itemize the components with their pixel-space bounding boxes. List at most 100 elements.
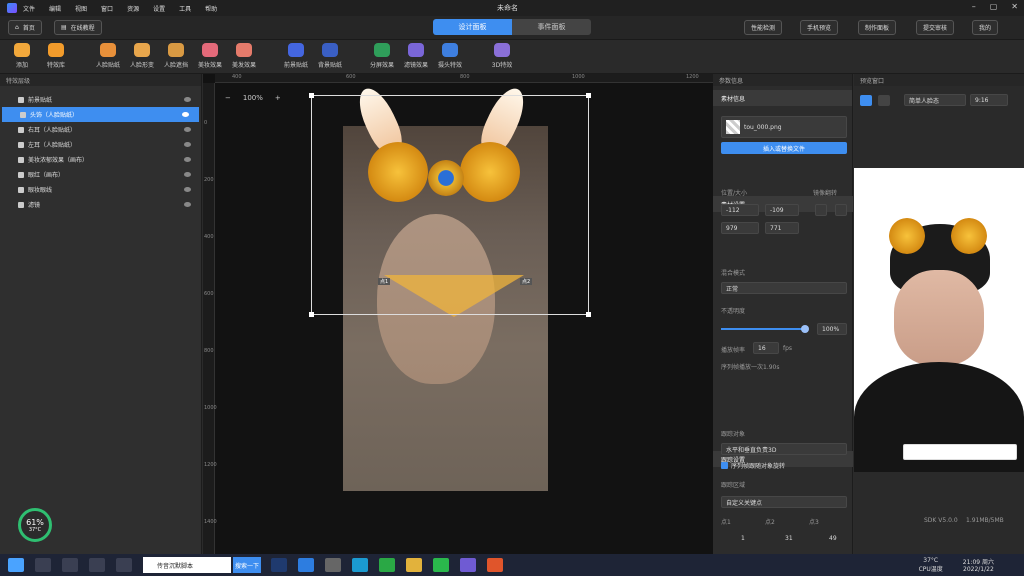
material-section-header[interactable]: 素材信息 — [713, 90, 852, 106]
track-area-label: 跟踪区域 — [721, 482, 746, 489]
close-icon[interactable]: ✕ — [1011, 2, 1018, 11]
layer-item-selected[interactable]: 头饰（人脸贴纸） — [2, 107, 199, 122]
selection-box[interactable]: 点1 点2 — [309, 93, 591, 317]
y-input[interactable]: -109 — [765, 204, 799, 216]
tab-design[interactable]: 设计面板 — [433, 19, 512, 35]
point-2-value[interactable]: 31 — [785, 535, 793, 542]
layer-item[interactable]: 前景贴纸 — [0, 92, 201, 107]
layer-item[interactable]: 眼红（画布） — [0, 167, 201, 182]
task-view-icon[interactable] — [62, 558, 78, 572]
tool-hair[interactable]: 美发效果 — [222, 43, 266, 69]
slider-knob[interactable] — [801, 325, 809, 333]
material-file[interactable]: tou_000.png — [721, 116, 847, 138]
blend-select[interactable]: 正常 — [721, 282, 847, 294]
layer-icon — [18, 156, 24, 163]
tool-library[interactable]: 特效库 — [34, 43, 78, 69]
phone-preview-button[interactable]: 手机预览 — [800, 20, 839, 35]
preview-right-ornament — [951, 218, 987, 254]
x-input[interactable]: -112 — [721, 204, 759, 216]
eye-icon[interactable] — [184, 97, 191, 102]
layer-item[interactable]: 滤镜 — [0, 197, 201, 212]
ruler-tick: 400 — [232, 74, 242, 80]
tutorial-button[interactable]: ▤ 在线教程 — [54, 20, 102, 35]
search-go-button[interactable]: 搜索一下 — [233, 557, 261, 573]
ratio-select[interactable]: 9:16 — [970, 94, 1008, 106]
photoshop-icon[interactable] — [271, 558, 287, 572]
layer-item[interactable]: 右耳（人脸贴纸） — [0, 122, 201, 137]
rotate-follow-checkbox[interactable]: 序列帧跟随对象旋转 — [721, 461, 785, 470]
track-object-select[interactable]: 水平和垂直负责3D — [721, 443, 847, 455]
menu-help[interactable]: 帮助 — [205, 4, 217, 13]
apps-icon[interactable] — [116, 558, 132, 572]
resize-handle[interactable] — [309, 312, 314, 317]
taskbar-search-input[interactable]: 传音沉默脚本 — [143, 557, 231, 573]
menu-window[interactable]: 窗口 — [101, 4, 113, 13]
tool-3d[interactable]: 3D特效 — [480, 43, 524, 69]
layer-icon — [18, 171, 24, 178]
effect-creator-icon[interactable] — [487, 558, 503, 572]
replace-file-button[interactable]: 插入或替换文件 — [721, 142, 847, 154]
folder-icon[interactable] — [406, 558, 422, 572]
menu-edit[interactable]: 编辑 — [49, 4, 61, 13]
tab-events[interactable]: 事件面板 — [512, 19, 591, 35]
menu-resource[interactable]: 资源 — [127, 4, 139, 13]
eye-icon[interactable] — [182, 112, 189, 117]
fps-input[interactable]: 16 — [753, 342, 779, 354]
app-icon[interactable] — [460, 558, 476, 572]
minimize-icon[interactable]: – — [972, 2, 976, 11]
widgets-icon[interactable] — [89, 558, 105, 572]
zoom-out-button[interactable]: − — [225, 94, 231, 102]
performance-button[interactable]: 性能检测 — [744, 20, 783, 35]
eye-icon[interactable] — [184, 142, 191, 147]
search-icon[interactable] — [35, 558, 51, 572]
windows-start-icon[interactable] — [8, 558, 24, 572]
app-icon[interactable] — [379, 558, 395, 572]
resize-handle[interactable] — [309, 93, 314, 98]
menu-tools[interactable]: 工具 — [179, 4, 191, 13]
edge-icon[interactable] — [298, 558, 314, 572]
flip-v-button[interactable] — [835, 204, 847, 216]
home-button[interactable]: ⌂ 首页 — [8, 20, 42, 35]
point-2-label: 点2 — [765, 519, 775, 526]
track-object-label: 跟踪对象 — [721, 431, 746, 438]
menu-view[interactable]: 视图 — [75, 4, 87, 13]
app-icon[interactable] — [352, 558, 368, 572]
profile-button[interactable]: 我的 — [972, 20, 999, 35]
point-1-value[interactable]: 1 — [741, 535, 745, 542]
cpu-monitor-widget[interactable]: 61% 37°C — [18, 508, 52, 542]
layer-item[interactable]: 左耳（人脸贴纸） — [0, 137, 201, 152]
settings-icon[interactable] — [325, 558, 341, 572]
image-mode-icon[interactable] — [860, 95, 872, 106]
preview-mode-select[interactable]: 简单人脸态 — [904, 94, 966, 106]
eye-icon[interactable] — [184, 172, 191, 177]
point-3-value[interactable]: 49 — [829, 535, 837, 542]
input-method-bar[interactable] — [903, 444, 1017, 460]
track-area-select[interactable]: 自定义关键点 — [721, 496, 847, 508]
top-bar: ⌂ 首页 ▤ 在线教程 设计面板 事件面板 性能检测 手机预览 制作面板 提交审核 … — [0, 16, 1024, 40]
eye-icon[interactable] — [184, 157, 191, 162]
ruler-tick: 400 — [204, 234, 214, 240]
submit-review-button[interactable]: 提交审核 — [916, 20, 955, 35]
menu-settings[interactable]: 设置 — [153, 4, 165, 13]
eye-icon[interactable] — [184, 202, 191, 207]
resize-handle[interactable] — [586, 93, 591, 98]
zoom-in-button[interactable]: + — [275, 94, 281, 102]
maximize-icon[interactable]: ▢ — [990, 2, 998, 11]
width-input[interactable]: 979 — [721, 222, 759, 234]
layer-item[interactable]: 美妆浓郁效果（画布） — [0, 152, 201, 167]
opacity-slider[interactable] — [721, 325, 809, 333]
height-input[interactable]: 771 — [765, 222, 799, 234]
tool-camera[interactable]: 摄头特效 — [428, 43, 472, 69]
tray-clock[interactable]: 21:09 周六 2022/1/22 — [963, 557, 994, 573]
resize-handle[interactable] — [586, 312, 591, 317]
eye-icon[interactable] — [184, 127, 191, 132]
make-panel-button[interactable]: 制作面板 — [858, 20, 897, 35]
flip-h-button[interactable] — [815, 204, 827, 216]
menu-file[interactable]: 文件 — [23, 4, 35, 13]
opacity-input[interactable]: 100% — [817, 323, 847, 335]
tool-background[interactable]: 背景贴纸 — [308, 43, 352, 69]
wechat-icon[interactable] — [433, 558, 449, 572]
eye-icon[interactable] — [184, 187, 191, 192]
layer-item[interactable]: 眼妆眼线 — [0, 182, 201, 197]
face-mode-icon[interactable] — [878, 95, 890, 106]
